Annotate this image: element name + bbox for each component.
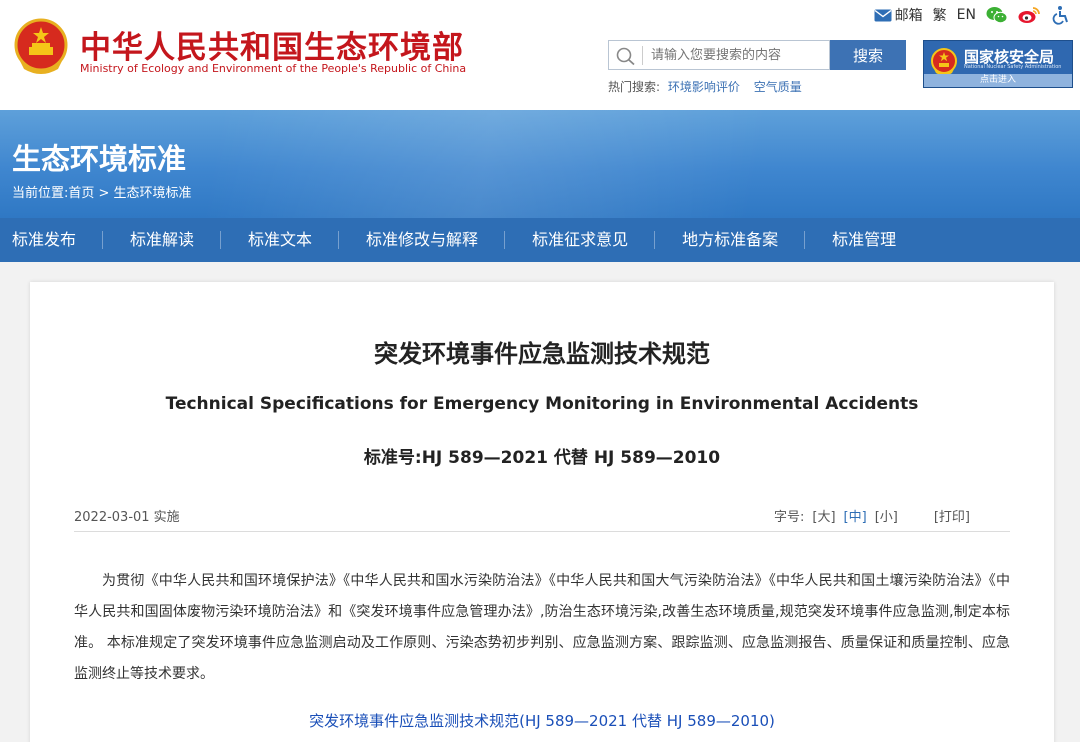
standard-number: 标准号:HJ 589—2021 代替 HJ 589—2010 bbox=[363, 448, 721, 468]
section-nav: 标准发布 标准解读 标准文本 标准修改与解释 标准征求意见 地方标准备案 标准管… bbox=[0, 218, 1080, 262]
english-link[interactable]: EN bbox=[957, 7, 976, 23]
search-divider bbox=[642, 46, 643, 65]
article-body: 为贯彻《中华人民共和国环境保护法》《中华人民共和国水污染防治法》《中华人民共和国… bbox=[74, 573, 1010, 682]
tab-standard-interpretation[interactable]: 标准解读 bbox=[130, 218, 194, 262]
font-size-controls: 字号: [大] [中] [小] [打印] bbox=[774, 506, 970, 525]
traditional-chinese-link[interactable]: 繁 bbox=[933, 5, 947, 25]
search-icon bbox=[616, 47, 635, 66]
nnsa-subtitle: National Nuclear Safety Administration bbox=[964, 64, 1062, 70]
page-title: 生态环境标准 bbox=[12, 142, 187, 176]
effective-date: 2022-03-01 实施 bbox=[74, 510, 180, 525]
section-banner: 生态环境标准 当前位置:首页 > 生态环境标准 bbox=[0, 110, 1080, 218]
mail-label: 邮箱 bbox=[894, 8, 923, 24]
mail-link[interactable]: 邮箱 bbox=[874, 5, 923, 25]
article-card: 突发环境事件应急监测技术规范 Technical Specifications … bbox=[30, 282, 1054, 742]
nav-divider bbox=[504, 231, 506, 249]
font-small-button[interactable]: [小] bbox=[875, 506, 898, 525]
hot-search-item[interactable]: 空气质量 bbox=[754, 80, 802, 94]
search-input[interactable] bbox=[651, 44, 826, 66]
site-subtitle: Ministry of Ecology and Environment of t… bbox=[80, 62, 467, 75]
tab-local-standard-filing[interactable]: 地方标准备案 bbox=[682, 218, 778, 262]
search-button[interactable]: 搜索 bbox=[830, 40, 906, 70]
search-box bbox=[608, 40, 830, 70]
tab-standard-amendment[interactable]: 标准修改与解释 bbox=[366, 218, 478, 262]
tab-standard-consultation[interactable]: 标准征求意见 bbox=[532, 218, 628, 262]
nav-divider bbox=[220, 231, 222, 249]
print-button[interactable]: [打印] bbox=[934, 506, 970, 525]
font-medium-button[interactable]: [中] bbox=[844, 506, 867, 525]
nnsa-enter-label: 点击进入 bbox=[924, 74, 1072, 87]
accessibility-icon[interactable] bbox=[1050, 5, 1070, 25]
national-emblem-icon bbox=[931, 48, 957, 76]
article-title-en: Technical Specifications for Emergency M… bbox=[165, 394, 919, 414]
nnsa-banner-button[interactable]: 国家核安全局 National Nuclear Safety Administr… bbox=[923, 40, 1073, 88]
font-large-button[interactable]: [大] bbox=[812, 506, 835, 525]
nav-divider bbox=[804, 231, 806, 249]
nav-divider bbox=[654, 231, 656, 249]
nav-divider bbox=[338, 231, 340, 249]
weibo-icon[interactable] bbox=[1018, 6, 1040, 24]
article-title: 突发环境事件应急监测技术规范 bbox=[374, 340, 710, 368]
tab-standard-release[interactable]: 标准发布 bbox=[12, 218, 76, 262]
hot-search-label: 热门搜索: bbox=[608, 80, 661, 94]
hot-search-item[interactable]: 环境影响评价 bbox=[668, 80, 740, 94]
national-emblem-icon[interactable] bbox=[12, 17, 70, 79]
hot-search: 热门搜索: 环境影响评价 空气质量 bbox=[608, 78, 812, 95]
top-links: 邮箱 繁 EN bbox=[874, 4, 1070, 26]
breadcrumb[interactable]: 当前位置:首页 > 生态环境标准 bbox=[12, 182, 192, 201]
tab-standard-management[interactable]: 标准管理 bbox=[832, 218, 896, 262]
tab-standard-text[interactable]: 标准文本 bbox=[248, 218, 312, 262]
nav-divider bbox=[102, 231, 104, 249]
site-header: 中华人民共和国生态环境部 Ministry of Ecology and Env… bbox=[0, 0, 1080, 110]
wechat-icon[interactable] bbox=[986, 6, 1008, 24]
article-meta: 2022-03-01 实施 字号: [大] [中] [小] [打印] bbox=[74, 504, 1010, 532]
mail-icon bbox=[874, 9, 892, 21]
site-title[interactable]: 中华人民共和国生态环境部 bbox=[80, 22, 464, 67]
document-link[interactable]: 突发环境事件应急监测技术规范(HJ 589—2021 代替 HJ 589—201… bbox=[30, 710, 1054, 731]
font-size-label: 字号: bbox=[773, 510, 805, 525]
